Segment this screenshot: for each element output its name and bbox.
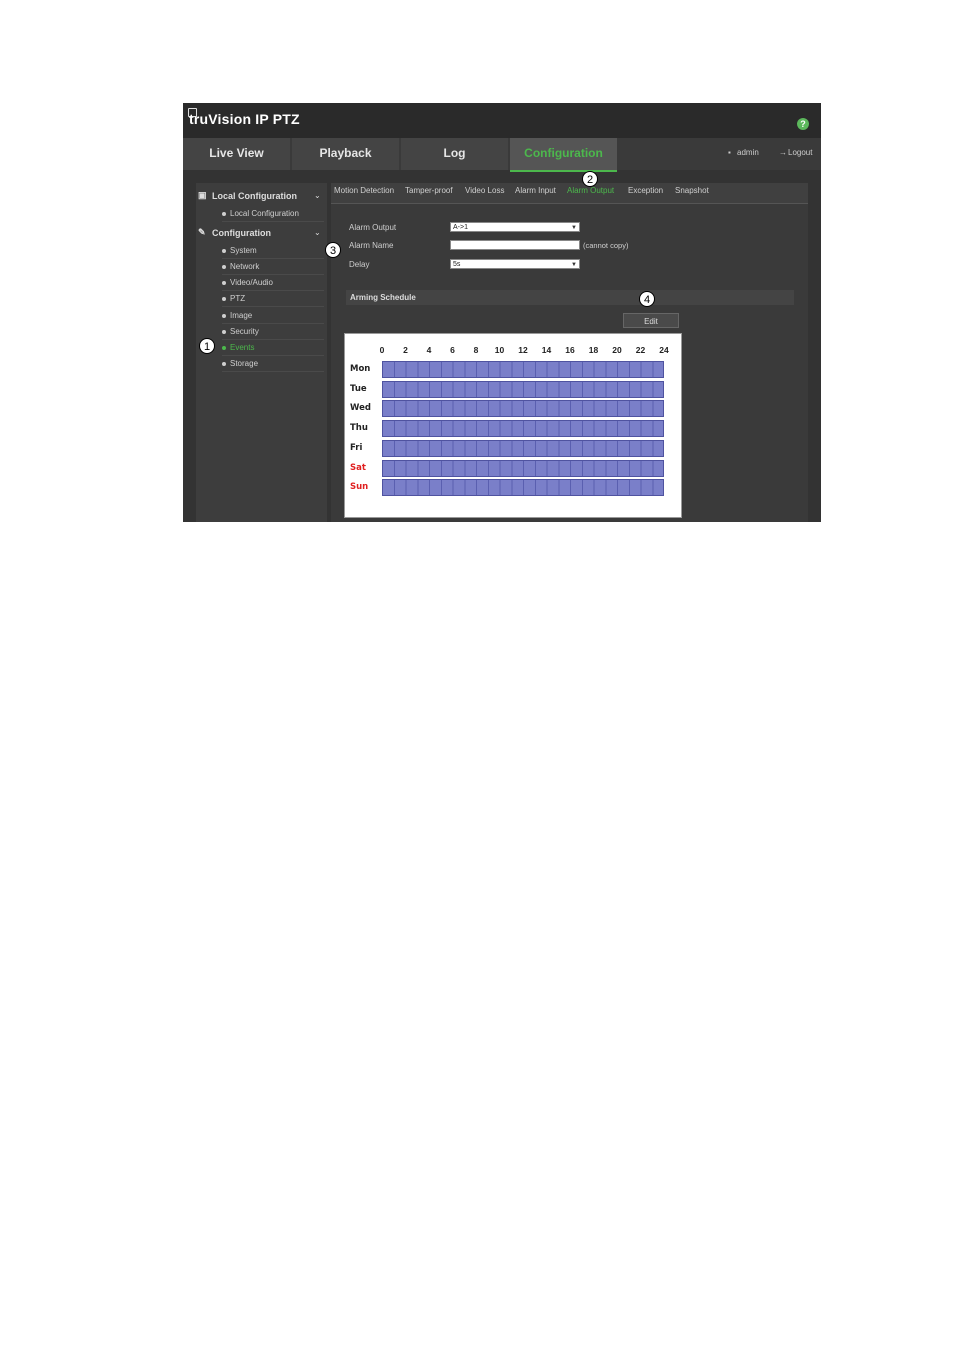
hour-label: 24 bbox=[659, 345, 669, 355]
hour-label: 4 bbox=[426, 345, 432, 355]
schedule-row-tue[interactable] bbox=[382, 380, 664, 398]
help-icon[interactable]: ? bbox=[797, 118, 809, 130]
day-label: Thu bbox=[350, 423, 368, 434]
callout-2: 2 bbox=[582, 171, 598, 187]
schedule-grid[interactable]: 0 2 4 6 8 10 12 14 16 18 20 22 24 Mon Tue Wed Thu Fri Sat S… bbox=[344, 333, 682, 518]
day-label: Tue bbox=[350, 383, 367, 394]
schedule-rows[interactable] bbox=[382, 360, 664, 500]
sidebar: ▣ Local Configuration ⌄ Local Configurat… bbox=[196, 183, 327, 522]
callout-3: 3 bbox=[325, 242, 341, 258]
hour-label: 12 bbox=[518, 345, 528, 355]
logout-icon: → bbox=[779, 148, 787, 157]
sidebar-header-configuration[interactable]: Configuration bbox=[212, 228, 271, 238]
nav-log[interactable]: Log bbox=[401, 138, 508, 170]
sidebar-item-ptz[interactable]: PTZ bbox=[222, 291, 324, 307]
schedule-row-thu[interactable] bbox=[382, 420, 664, 438]
chevron-down-icon[interactable]: ⌄ bbox=[314, 228, 321, 237]
chevron-down-icon[interactable]: ⌄ bbox=[314, 191, 321, 200]
sidebar-item-local-configuration[interactable]: Local Configuration bbox=[222, 206, 324, 222]
tab-motion-detection[interactable]: Motion Detection bbox=[334, 186, 394, 195]
callout-1: 1 bbox=[199, 338, 215, 354]
hour-label: 14 bbox=[541, 345, 552, 355]
hour-label: 20 bbox=[612, 345, 622, 355]
day-label: Fri bbox=[350, 442, 363, 453]
delay-select[interactable]: 5s ▼ bbox=[450, 259, 580, 269]
nav-configuration[interactable]: Configuration bbox=[510, 138, 617, 172]
sidebar-item-system[interactable]: System bbox=[222, 243, 324, 259]
alarm-name-hint: (cannot copy) bbox=[583, 241, 629, 250]
day-label: Wed bbox=[350, 403, 371, 414]
user-name: admin bbox=[737, 148, 759, 157]
delay-label: Delay bbox=[349, 260, 370, 269]
sidebar-item-storage[interactable]: Storage bbox=[222, 356, 324, 372]
hour-label: 16 bbox=[565, 345, 575, 355]
tab-alarm-output[interactable]: Alarm Output bbox=[567, 186, 614, 195]
screenshot-frame: truVision IP PTZ ? Live View Playback Lo… bbox=[183, 103, 821, 522]
dropdown-arrow-icon: ▼ bbox=[571, 262, 577, 268]
hour-label: 10 bbox=[494, 345, 505, 355]
schedule-row-sat[interactable] bbox=[382, 459, 664, 477]
arming-schedule-title: Arming Schedule bbox=[350, 293, 416, 302]
hour-label: 8 bbox=[473, 345, 479, 355]
sidebar-item-video-audio[interactable]: Video/Audio bbox=[222, 275, 324, 291]
sidebar-header-local[interactable]: Local Configuration bbox=[212, 191, 297, 201]
top-bar: truVision IP PTZ ? bbox=[183, 103, 821, 138]
alarm-name-label: Alarm Name bbox=[349, 241, 394, 250]
hour-label: 2 bbox=[403, 345, 408, 355]
hour-label: 18 bbox=[588, 345, 599, 355]
sidebar-item-security[interactable]: Security bbox=[222, 324, 324, 340]
user-icon: ▪ bbox=[728, 148, 731, 157]
app-title: truVision IP PTZ bbox=[189, 111, 300, 127]
local-config-icon: ▣ bbox=[198, 190, 207, 200]
arming-schedule-header: Arming Schedule bbox=[346, 290, 794, 305]
schedule-row-mon[interactable] bbox=[382, 361, 664, 378]
alarm-output-label: Alarm Output bbox=[349, 223, 397, 232]
main-nav: Live View Playback Log Configuration ▪ a… bbox=[183, 138, 821, 172]
logout-link[interactable]: Logout bbox=[788, 138, 812, 170]
tab-exception[interactable]: Exception bbox=[628, 186, 663, 195]
sidebar-item-events[interactable]: Events bbox=[222, 340, 324, 356]
tab-snapshot[interactable]: Snapshot bbox=[675, 186, 709, 195]
main-panel: Motion Detection Tamper-proof Video Loss… bbox=[331, 183, 808, 522]
hour-label: 6 bbox=[450, 345, 455, 355]
edit-button[interactable]: Edit bbox=[623, 313, 679, 328]
dropdown-arrow-icon: ▼ bbox=[571, 225, 577, 231]
day-label: Sat bbox=[350, 462, 366, 473]
nav-live-view[interactable]: Live View bbox=[183, 138, 290, 170]
callout-4: 4 bbox=[639, 291, 655, 307]
hour-label: 22 bbox=[635, 345, 646, 355]
wrench-icon: ✎ bbox=[198, 227, 206, 237]
day-label: Sun bbox=[350, 482, 369, 493]
hour-label: 0 bbox=[379, 345, 385, 355]
event-tabs: Motion Detection Tamper-proof Video Loss… bbox=[331, 183, 808, 204]
day-label: Mon bbox=[350, 364, 371, 374]
schedule-row-fri[interactable] bbox=[382, 439, 664, 457]
schedule-row-sun[interactable] bbox=[382, 479, 664, 497]
sidebar-item-network[interactable]: Network bbox=[222, 259, 324, 275]
tab-tamper-proof[interactable]: Tamper-proof bbox=[405, 186, 453, 195]
alarm-output-select[interactable]: A->1 ▼ bbox=[450, 222, 580, 232]
nav-playback[interactable]: Playback bbox=[292, 138, 399, 170]
sidebar-item-image[interactable]: Image bbox=[222, 308, 324, 324]
schedule-row-wed[interactable] bbox=[382, 400, 664, 418]
tab-video-loss[interactable]: Video Loss bbox=[465, 186, 504, 195]
alarm-name-input[interactable] bbox=[450, 240, 580, 250]
tab-alarm-input[interactable]: Alarm Input bbox=[515, 186, 556, 195]
